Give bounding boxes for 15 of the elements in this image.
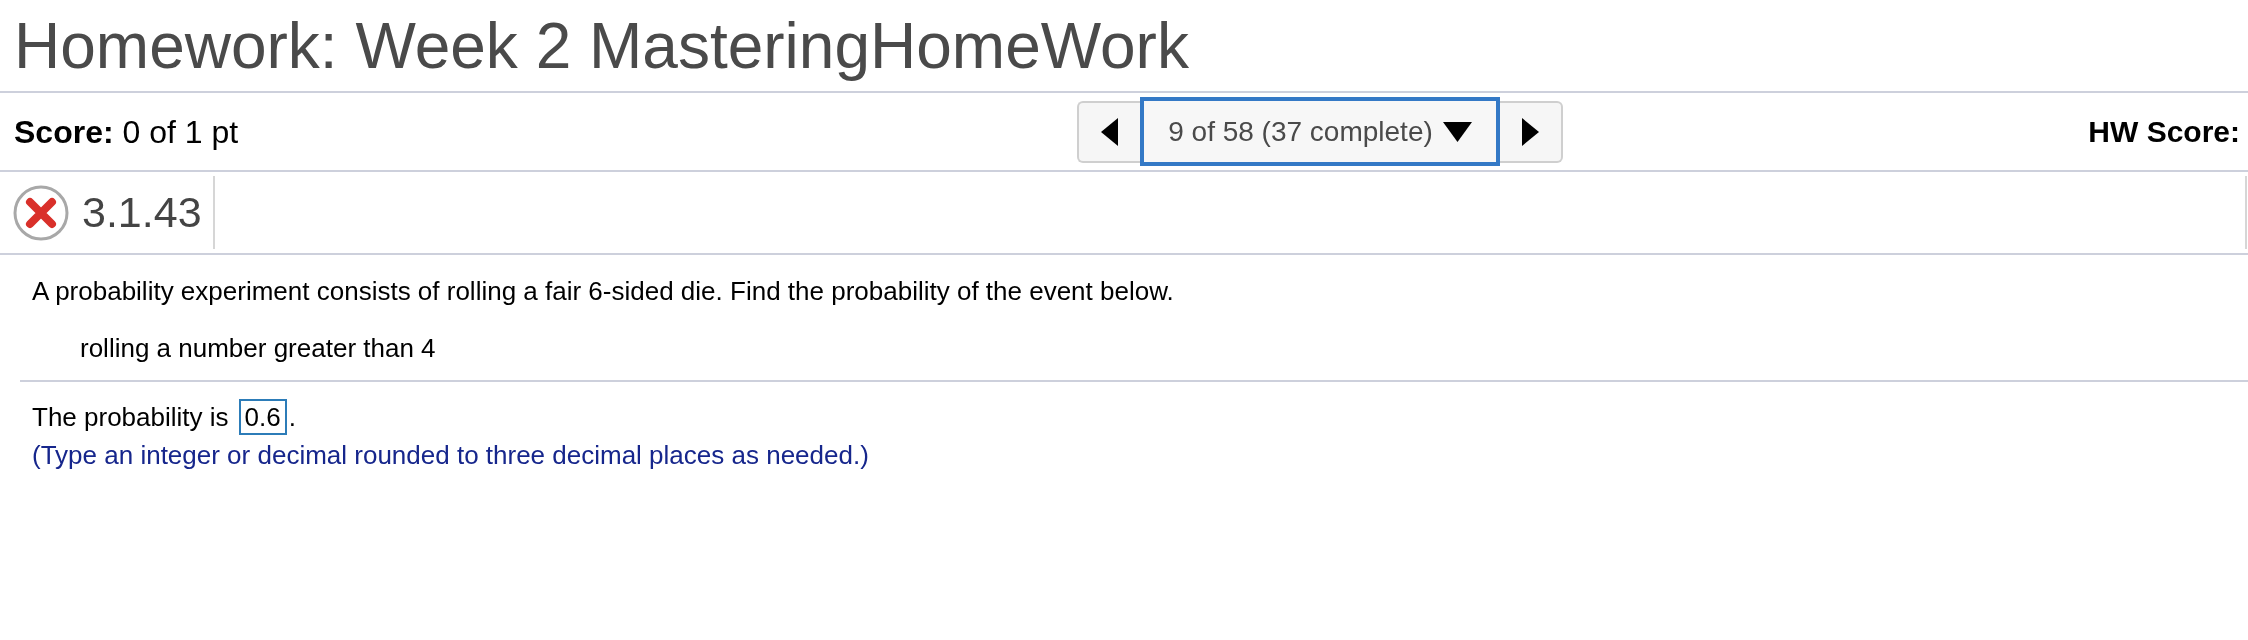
problem-statement: A probability experiment consists of rolling a fair 6-sided die. Find the probability of the event below. bbox=[32, 276, 1175, 306]
previous-button[interactable] bbox=[1077, 100, 1140, 163]
answer-hint: (Type an integer or decimal rounded to three decimal places as needed.) bbox=[32, 440, 870, 470]
hw-score-label: HW Score: bbox=[2088, 114, 2240, 150]
answer-prompt: The probability is bbox=[32, 400, 229, 434]
answer-period: . bbox=[288, 400, 296, 434]
answer-field[interactable]: 0.6 bbox=[238, 399, 287, 435]
dropdown-triangle-icon bbox=[1442, 121, 1472, 142]
left-triangle-icon bbox=[1101, 117, 1118, 146]
right-triangle-icon bbox=[1522, 117, 1539, 146]
question-number: 3.1.43 bbox=[82, 191, 202, 234]
question-selector[interactable]: 9 of 58 (37 complete) bbox=[1140, 97, 1500, 166]
event-text: rolling a number greater than 4 bbox=[80, 333, 437, 363]
score-text: Score: 0 of 1 pt bbox=[14, 113, 239, 150]
next-button[interactable] bbox=[1500, 100, 1563, 163]
